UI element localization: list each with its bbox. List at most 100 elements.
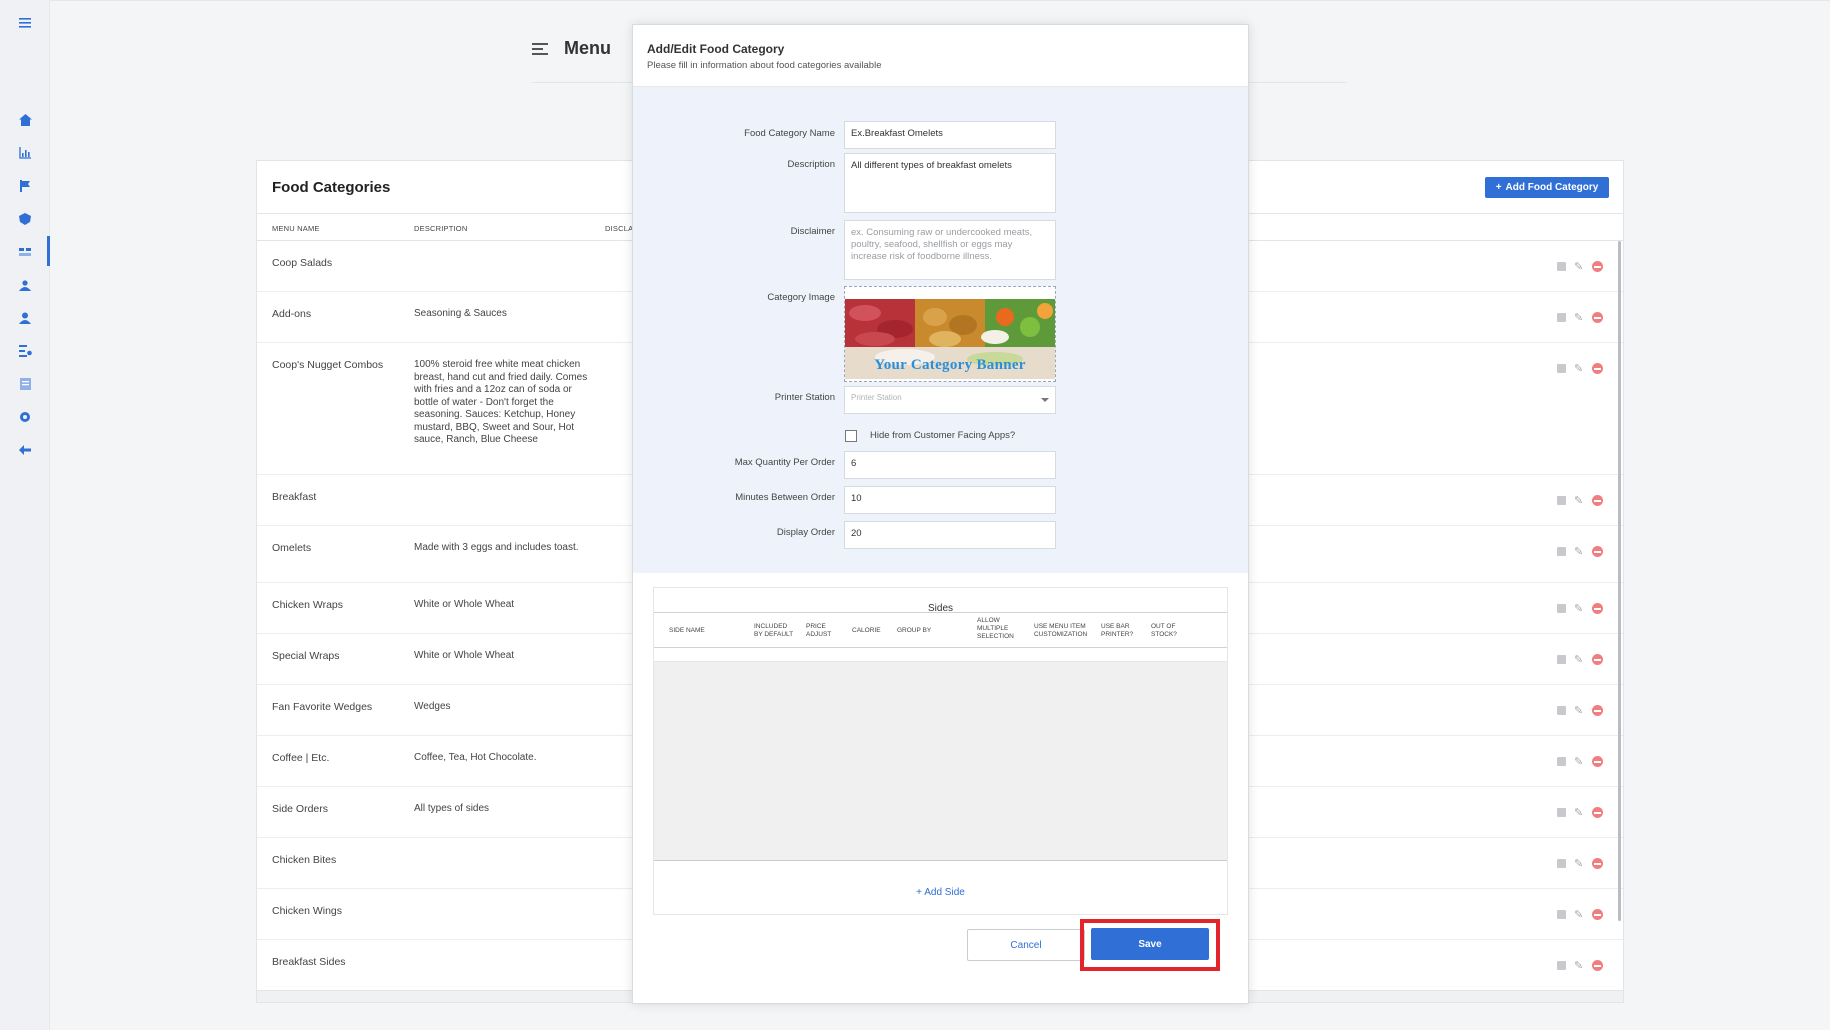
modal-subtitle: Please fill in information about food ca… — [647, 60, 882, 71]
sides-table-header: SIDE NAME INCLUDED BY DEFAULT PRICE ADJU… — [654, 612, 1227, 648]
copy-icon[interactable] — [1557, 757, 1566, 766]
save-button[interactable]: Save — [1091, 928, 1209, 960]
copy-icon[interactable] — [1557, 313, 1566, 322]
row-description: Coffee, Tea, Hot Chocolate. — [414, 752, 537, 763]
copy-icon[interactable] — [1557, 262, 1566, 271]
home-icon[interactable] — [16, 111, 34, 129]
delete-icon[interactable] — [1592, 756, 1603, 767]
column-header-menu-name: MENU NAME — [272, 224, 320, 233]
sides-col-header: ALLOW MULTIPLE SELECTION — [977, 617, 1014, 640]
copy-icon[interactable] — [1557, 808, 1566, 817]
flag-icon[interactable] — [16, 177, 34, 195]
copy-icon[interactable] — [1557, 547, 1566, 556]
back-arrow-icon[interactable] — [16, 441, 34, 459]
delete-icon[interactable] — [1592, 495, 1603, 506]
vertical-scrollbar[interactable] — [1618, 241, 1621, 921]
left-nav-rail — [0, 0, 50, 1030]
list-settings-icon[interactable] — [16, 342, 34, 360]
plus-icon: + — [1495, 182, 1502, 193]
sides-col-header: INCLUDED BY DEFAULT — [754, 623, 794, 638]
max-quantity-input[interactable]: 6 — [844, 451, 1056, 479]
pencil-icon[interactable]: ✎ — [1574, 603, 1584, 614]
label-disclaimer: Disclaimer — [790, 226, 835, 237]
document-icon[interactable] — [16, 375, 34, 393]
pencil-icon[interactable]: ✎ — [1574, 705, 1584, 716]
hide-from-apps-checkbox[interactable] — [845, 430, 857, 442]
row-name: Side Orders — [272, 803, 329, 815]
chart-icon[interactable] — [16, 144, 34, 162]
sides-col-header: PRICE ADJUST — [806, 623, 832, 638]
delete-icon[interactable] — [1592, 603, 1603, 614]
category-form: Food Category Name Ex.Breakfast Omelets … — [633, 87, 1248, 573]
sides-col-header: SIDE NAME — [669, 627, 705, 634]
copy-icon[interactable] — [1557, 655, 1566, 664]
printer-station-select[interactable]: Printer Station — [844, 386, 1056, 414]
delete-icon[interactable] — [1592, 546, 1603, 557]
row-description: Wedges — [414, 701, 451, 712]
sides-col-header: CALORIE — [852, 627, 881, 634]
shield-icon[interactable] — [16, 210, 34, 228]
pencil-icon[interactable]: ✎ — [1574, 546, 1584, 557]
delete-icon[interactable] — [1592, 909, 1603, 920]
delete-icon[interactable] — [1592, 705, 1603, 716]
minutes-between-input[interactable]: 10 — [844, 486, 1056, 514]
menu-icon[interactable] — [16, 14, 34, 32]
user-group-icon[interactable] — [16, 276, 34, 294]
delete-icon[interactable] — [1592, 261, 1603, 272]
cancel-button[interactable]: Cancel — [967, 929, 1085, 961]
copy-icon[interactable] — [1557, 604, 1566, 613]
active-nav-indicator — [47, 236, 50, 266]
gear-icon[interactable] — [16, 408, 34, 426]
card-title: Food Categories — [272, 179, 391, 196]
row-name: Special Wraps — [272, 650, 340, 662]
sides-col-header: USE MENU ITEM CUSTOMIZATION — [1034, 623, 1088, 638]
add-side-button[interactable]: + Add Side — [654, 887, 1227, 898]
modal-header: Add/Edit Food Category Please fill in in… — [633, 25, 1248, 87]
label-display-order: Display Order — [776, 527, 835, 538]
category-image-dropzone[interactable]: Your Category Banner — [844, 286, 1056, 382]
category-name-input[interactable]: Ex.Breakfast Omelets — [844, 121, 1056, 149]
row-name: Chicken Wings — [272, 905, 343, 917]
delete-icon[interactable] — [1592, 312, 1603, 323]
label-max-quantity: Max Quantity Per Order — [734, 457, 835, 468]
row-name: Chicken Wraps — [272, 599, 343, 611]
row-description: 100% steroid free white meat chicken bre… — [414, 359, 588, 445]
label-category-image: Category Image — [767, 292, 835, 303]
display-order-input[interactable]: 20 — [844, 521, 1056, 549]
hide-from-apps-label: Hide from Customer Facing Apps? — [870, 430, 1016, 441]
row-description: Seasoning & Sauces — [414, 308, 507, 319]
category-banner-image: Your Category Banner — [845, 299, 1055, 379]
copy-icon[interactable] — [1557, 961, 1566, 970]
copy-icon[interactable] — [1557, 910, 1566, 919]
row-description: White or Whole Wheat — [414, 650, 515, 661]
delete-icon[interactable] — [1592, 858, 1603, 869]
disclaimer-textarea[interactable]: ex. Consuming raw or undercooked meats, … — [844, 220, 1056, 280]
pencil-icon[interactable]: ✎ — [1574, 312, 1584, 323]
delete-icon[interactable] — [1592, 807, 1603, 818]
delete-icon[interactable] — [1592, 363, 1603, 374]
pencil-icon[interactable]: ✎ — [1574, 960, 1584, 971]
pencil-icon[interactable]: ✎ — [1574, 756, 1584, 767]
delete-icon[interactable] — [1592, 960, 1603, 971]
sides-col-header: OUT OF STOCK? — [1151, 623, 1177, 638]
pencil-icon[interactable]: ✎ — [1574, 858, 1584, 869]
copy-icon[interactable] — [1557, 364, 1566, 373]
pencil-icon[interactable]: ✎ — [1574, 261, 1584, 272]
label-minutes-between: Minutes Between Order — [735, 492, 835, 503]
description-textarea[interactable]: All different types of breakfast omelets — [844, 153, 1056, 213]
row-name: Fan Favorite Wedges — [272, 701, 373, 713]
copy-icon[interactable] — [1557, 859, 1566, 868]
sides-col-header: USE BAR PRINTER? — [1101, 623, 1134, 638]
copy-icon[interactable] — [1557, 706, 1566, 715]
hamburger-icon[interactable] — [532, 42, 548, 55]
pencil-icon[interactable]: ✎ — [1574, 654, 1584, 665]
pencil-icon[interactable]: ✎ — [1574, 807, 1584, 818]
add-food-category-button[interactable]: + Add Food Category — [1485, 177, 1609, 198]
pencil-icon[interactable]: ✎ — [1574, 495, 1584, 506]
pencil-icon[interactable]: ✎ — [1574, 363, 1584, 374]
copy-icon[interactable] — [1557, 496, 1566, 505]
pencil-icon[interactable]: ✎ — [1574, 909, 1584, 920]
delete-icon[interactable] — [1592, 654, 1603, 665]
list-icon[interactable] — [16, 243, 34, 261]
user-icon[interactable] — [16, 309, 34, 327]
